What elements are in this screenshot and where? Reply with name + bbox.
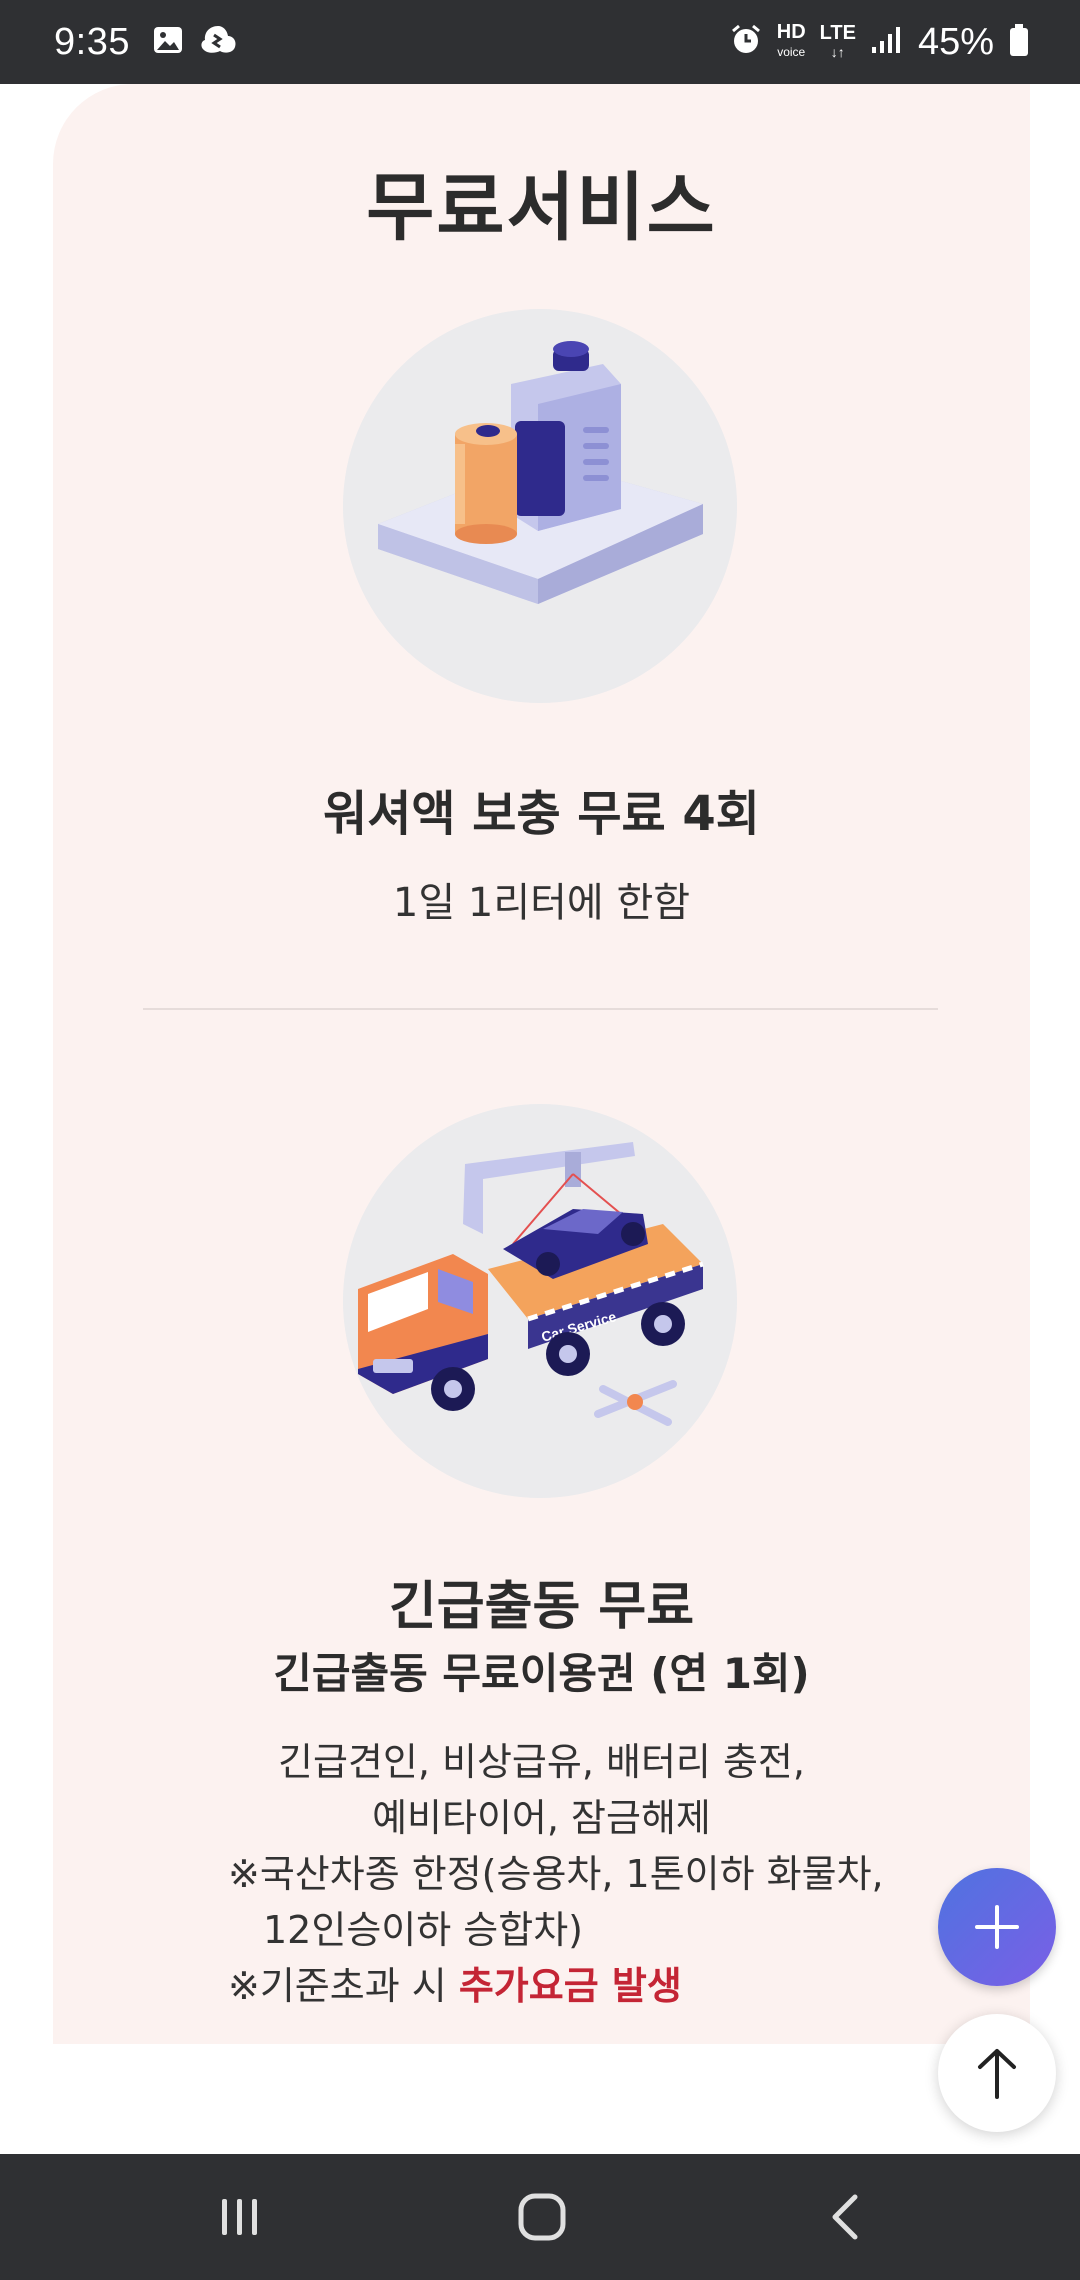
lte-indicator: LTE ↓↑ — [819, 21, 856, 61]
gallery-notification-icon — [152, 24, 184, 61]
tow-truck-icon: Car Service — [343, 1104, 737, 1498]
washer-fluid-icon — [343, 309, 737, 703]
extra-charge-highlight: 추가요금 발생 — [458, 1964, 682, 2008]
divider — [143, 1008, 938, 1010]
data-arrows-icon: ↓↑ — [830, 43, 845, 60]
plus-icon — [975, 1905, 1019, 1949]
emergency-subtitle: 긴급출동 무료이용권 (연 1회) — [273, 1649, 810, 1698]
add-button[interactable] — [938, 1868, 1056, 1986]
note-extra-charge: ※기준초과 시 추가요금 발생 — [228, 1958, 682, 2014]
desc-line-1: 긴급견인, 비상급유, 배터리 충전, — [278, 1740, 805, 1784]
section-title: 무료서비스 — [366, 165, 717, 251]
home-icon — [518, 2193, 566, 2241]
alarm-icon — [729, 23, 763, 62]
battery-percent: 45% — [917, 20, 994, 63]
hd-label: HD — [776, 21, 806, 43]
washer-fluid-subtitle: 1일 1리터에 한함 — [392, 880, 691, 926]
status-bar: 9:35 HD voice LTE ↓↑ 45% — [0, 0, 1080, 84]
note-domestic-line-2: 12인승이하 승합차) — [263, 1908, 583, 1952]
back-button[interactable] — [765, 2154, 925, 2280]
hd-voice-indicator: HD voice — [776, 21, 806, 61]
note-domestic-line-1: ※국산차종 한정(승용차, 1톤이하 화물차, — [228, 1852, 884, 1896]
cloud-notification-icon — [198, 23, 238, 62]
lte-label: LTE — [819, 21, 856, 44]
voice-label: voice — [777, 45, 806, 59]
washer-fluid-title: 워셔액 보충 무료 4회 — [323, 786, 760, 842]
back-icon — [832, 2194, 858, 2240]
home-button[interactable] — [462, 2154, 622, 2280]
desc-line-2: 예비타이어, 잠금해제 — [372, 1796, 711, 1840]
system-navigation-bar — [0, 2154, 1080, 2280]
battery-icon — [1008, 23, 1030, 62]
free-service-card: 무료서비스 워셔액 보충 무료 4회 1일 1리터에 한함 Car Servic… — [53, 84, 1030, 2044]
arrow-up-icon — [978, 2049, 1016, 2099]
emergency-title: 긴급출동 무료 — [388, 1577, 695, 1637]
status-time: 9:35 — [54, 20, 130, 63]
status-left: 9:35 — [54, 21, 238, 64]
signal-icon — [870, 25, 904, 60]
recents-icon — [222, 2199, 257, 2235]
status-right: HD voice LTE ↓↑ 45% — [729, 21, 1030, 64]
emergency-description: 긴급견인, 비상급유, 배터리 충전, 예비타이어, 잠금해제 — [53, 1734, 1030, 1846]
scroll-top-button[interactable] — [938, 2014, 1056, 2132]
recents-button[interactable] — [160, 2154, 320, 2280]
note-extra-prefix: ※기준초과 시 — [228, 1964, 459, 2008]
